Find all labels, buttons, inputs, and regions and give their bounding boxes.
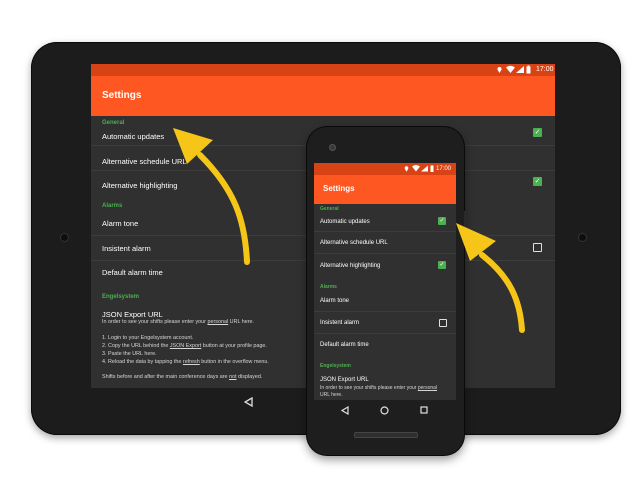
json-export-step-1: 1. Login to your Engelsystem account. (102, 335, 194, 341)
signal-icon (421, 163, 428, 175)
divider (314, 231, 456, 232)
divider (314, 333, 456, 334)
back-icon[interactable] (341, 406, 349, 415)
pref-default-alarm-time[interactable]: Default alarm time (320, 342, 369, 348)
phone-camera (329, 144, 336, 151)
category-alarms: Alarms (320, 284, 337, 290)
category-general: General (320, 206, 339, 212)
pref-insistent-alarm[interactable]: Insistent alarm (102, 244, 151, 253)
category-general: General (102, 120, 125, 126)
category-engelsystem: Engelsystem (320, 363, 351, 369)
home-icon[interactable] (380, 406, 389, 415)
phone-nav-bar (314, 400, 456, 422)
json-export-step-3: 3. Paste the URL here. (102, 351, 157, 357)
tablet-app-bar: Settings (91, 76, 555, 116)
phone-screen: 17:00 Settings General Automatic updates… (314, 163, 456, 400)
tablet-sensor-left (60, 233, 69, 242)
pref-alarm-tone[interactable]: Alarm tone (102, 219, 138, 228)
divider (314, 311, 456, 312)
pref-default-alarm-time[interactable]: Default alarm time (102, 268, 163, 277)
checkbox-automatic-updates[interactable]: ✓ (533, 128, 542, 137)
page-title: Settings (102, 90, 142, 101)
battery-icon (430, 163, 434, 175)
json-export-step-4: 4. Reload the data by tapping the refres… (102, 359, 269, 365)
phone-speaker-grill (354, 432, 418, 438)
json-export-footer: Shifts before and after the main confere… (102, 374, 263, 380)
json-export-summary-line-2: URL here. (320, 392, 343, 398)
status-time: 17:00 (536, 66, 554, 73)
pref-alternative-schedule-url[interactable]: Alternative schedule URL (320, 240, 388, 246)
phone-status-bar: 17:00 (314, 163, 456, 175)
checkbox-insistent-alarm[interactable] (439, 319, 447, 327)
status-time: 17:00 (436, 166, 452, 172)
location-icon (497, 64, 502, 76)
tablet-sensor-right (578, 233, 587, 242)
battery-icon (526, 64, 531, 76)
divider (314, 253, 456, 254)
signal-icon (516, 64, 524, 76)
pref-automatic-updates[interactable]: Automatic updates (102, 132, 164, 141)
pref-insistent-alarm[interactable]: Insistent alarm (320, 320, 359, 326)
wifi-icon (506, 64, 515, 76)
tablet-status-bar: 17:00 (91, 64, 555, 76)
back-icon[interactable] (244, 397, 253, 407)
pref-alternative-highlighting[interactable]: Alternative highlighting (320, 263, 380, 269)
category-alarms: Alarms (102, 203, 123, 209)
page-title: Settings (323, 184, 355, 193)
pref-automatic-updates[interactable]: Automatic updates (320, 219, 370, 225)
checkbox-alternative-highlighting[interactable]: ✓ (438, 261, 446, 269)
pref-json-export-url[interactable]: JSON Export URL (102, 310, 163, 319)
arrow-annotation-icon (173, 128, 250, 265)
phone-app-bar: Settings (314, 175, 456, 204)
arrow-annotation-icon (456, 223, 525, 333)
location-icon (404, 163, 409, 175)
json-export-summary-intro: In order to see your shifts please enter… (102, 319, 255, 325)
json-export-summary-line-1: In order to see your shifts please enter… (320, 385, 438, 391)
json-export-step-2: 2. Copy the URL behind the JSON Export b… (102, 343, 267, 349)
category-engelsystem: Engelsystem (102, 294, 140, 300)
checkbox-automatic-updates[interactable]: ✓ (438, 217, 446, 225)
checkbox-alternative-highlighting[interactable]: ✓ (533, 177, 542, 186)
wifi-icon (412, 163, 420, 175)
pref-alarm-tone[interactable]: Alarm tone (320, 298, 349, 304)
pref-json-export-url[interactable]: JSON Export URL (320, 377, 369, 383)
recents-icon[interactable] (420, 406, 428, 414)
